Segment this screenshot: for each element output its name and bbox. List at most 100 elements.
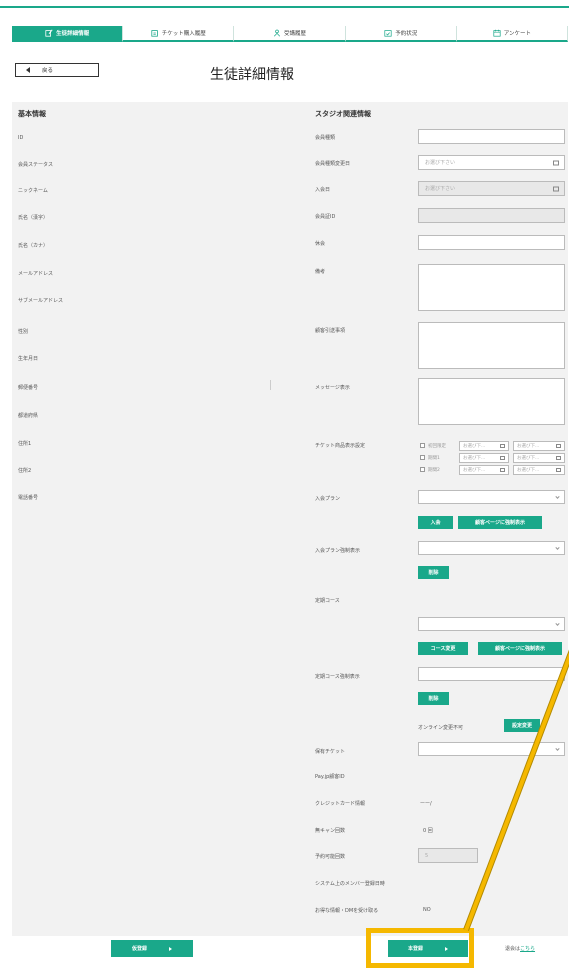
- checkbox-first-limited[interactable]: [420, 443, 425, 448]
- basic-info-heading: 基本情報: [18, 110, 46, 118]
- ticket-date-picker[interactable]: お選び下...: [459, 465, 509, 475]
- owned-ticket-select[interactable]: [418, 742, 565, 756]
- setting-change-button[interactable]: 設定変更: [504, 719, 540, 732]
- date-placeholder: お選び下...: [463, 444, 486, 449]
- tab-bar: 生徒詳細情報 チケット購入履歴 受講履歴 予約状況 アンケート: [12, 26, 569, 42]
- calendar-icon: [500, 444, 505, 448]
- calendar-icon: [556, 456, 561, 460]
- label-postal-code: 郵便番号: [18, 385, 39, 391]
- course-change-button[interactable]: コース変更: [418, 642, 468, 655]
- tab-lesson-history[interactable]: 受講履歴: [234, 26, 346, 42]
- back-label: 戻る: [42, 68, 54, 74]
- label-course: 定期コース: [315, 598, 340, 604]
- calendar-icon: [500, 456, 505, 460]
- label-gen: 休会: [315, 241, 326, 247]
- remove-button-2[interactable]: 削除: [418, 692, 449, 705]
- label-sub-email: サブメールアドレス: [18, 298, 64, 304]
- chevron-down-icon: [555, 746, 560, 751]
- checkbox-label: 初回限定: [428, 444, 446, 449]
- tab-student-detail[interactable]: 生徒詳細情報: [12, 26, 124, 42]
- label-reserve-change: 予約可能回数: [315, 854, 346, 860]
- label-card-id: 会員証ID: [315, 214, 336, 220]
- label-ticket-setting: チケット商品表示設定: [315, 443, 366, 449]
- dm-value: NO: [423, 907, 431, 913]
- app: 生徒詳細情報 チケット購入履歴 受講履歴 予約状況 アンケート 戻る 生徒詳細情…: [0, 0, 569, 969]
- label-system-member: システム上のメンバー登録日時: [315, 881, 385, 887]
- label-dm: お得な情報・DMを受け取る: [315, 908, 379, 914]
- calendar-icon: [556, 468, 561, 472]
- checkbox-period1[interactable]: [420, 455, 425, 460]
- label-phone: 電話番号: [18, 495, 39, 501]
- member-type-change-date-picker[interactable]: お選び下さい: [418, 155, 565, 170]
- course-force-input[interactable]: [418, 667, 565, 681]
- ticket-date-picker[interactable]: お選び下...: [513, 465, 565, 475]
- force-show-button[interactable]: 顧客ページに強制表示: [458, 516, 542, 529]
- reserve-change-value: 5: [425, 852, 429, 859]
- back-arrow-icon: [26, 67, 30, 73]
- calendar-icon: [500, 468, 505, 472]
- ticket-date-picker[interactable]: お選び下...: [459, 453, 509, 463]
- label-join-date: 入会日: [315, 187, 331, 193]
- join-button[interactable]: 入会: [418, 516, 453, 529]
- calendar-icon: [493, 29, 501, 37]
- date-placeholder: お選び下...: [463, 456, 486, 461]
- column-divider: [270, 380, 271, 390]
- join-plan-select[interactable]: [418, 490, 565, 504]
- customer-note-textarea[interactable]: [418, 322, 565, 369]
- date-placeholder: お選び下さい: [425, 160, 456, 166]
- page-title: 生徒詳細情報: [210, 67, 294, 83]
- ticket-date-picker[interactable]: お選び下...: [459, 441, 509, 451]
- label-birthday: 生年月日: [18, 356, 39, 362]
- checkbox-period2[interactable]: [420, 467, 425, 472]
- join-date-picker[interactable]: お選び下さい: [418, 181, 565, 196]
- label-credit: クレジットカード情報: [315, 801, 366, 807]
- label-note: 備考: [315, 269, 326, 275]
- remove-button[interactable]: 削除: [418, 566, 449, 579]
- ticket-icon: [151, 30, 158, 37]
- date-placeholder: お選び下...: [463, 468, 486, 473]
- edit-icon: [45, 29, 53, 37]
- ticket-date-picker[interactable]: お選び下...: [513, 441, 565, 451]
- tab-label: 予約状況: [395, 31, 418, 37]
- label-member-status: 会員ステータス: [18, 162, 54, 168]
- date-placeholder: お選び下...: [517, 468, 540, 473]
- highlight-box: [366, 928, 474, 968]
- force-show-button-2[interactable]: 顧客ページに強制表示: [478, 642, 562, 655]
- label-message: メッセージ表示: [315, 385, 350, 391]
- join-plan-force-select[interactable]: [418, 541, 565, 555]
- date-placeholder: お選び下さい: [425, 186, 456, 192]
- label-gender: 性別: [18, 329, 29, 335]
- tab-ticket-history[interactable]: チケット購入履歴: [123, 26, 235, 42]
- label-nickname: ニックネーム: [18, 188, 48, 194]
- message-textarea[interactable]: [418, 378, 565, 425]
- card-id-input[interactable]: [418, 208, 565, 223]
- label-email: メールアドレス: [18, 271, 54, 277]
- label-payjp: Pay.jp顧客ID: [315, 774, 345, 780]
- gen-input[interactable]: [418, 235, 565, 250]
- studio-info-heading: スタジオ関連情報: [315, 110, 371, 118]
- note-textarea[interactable]: [418, 264, 565, 311]
- ticket-date-picker[interactable]: お選び下...: [513, 453, 565, 463]
- label-member-type-change-date: 会員種類変更日: [315, 161, 351, 167]
- reserve-change-input[interactable]: 5: [418, 848, 478, 863]
- member-type-input[interactable]: [418, 129, 565, 144]
- calendar-icon: [553, 186, 559, 191]
- withdraw-link[interactable]: こちら: [520, 946, 535, 952]
- label-name-kana: 氏名（カナ）: [18, 243, 49, 249]
- back-button[interactable]: 戻る: [15, 63, 99, 77]
- tab-reservation[interactable]: 予約状況: [345, 26, 457, 42]
- tab-survey[interactable]: アンケート: [456, 26, 569, 42]
- temp-register-button[interactable]: 仮登録: [111, 940, 193, 957]
- label-address2: 住所2: [18, 468, 32, 474]
- withdraw-link-text: 退会はこちら: [505, 945, 535, 952]
- calendar-icon: [556, 444, 561, 448]
- calendar-icon: [553, 160, 559, 165]
- checkbox-label: 期間2: [428, 468, 440, 473]
- date-placeholder: お選び下...: [517, 444, 540, 449]
- course-select[interactable]: [418, 617, 565, 631]
- credit-value: ーー/: [420, 801, 432, 807]
- no-cancel-value: 0 回: [423, 828, 433, 834]
- label-no-cancel: 無キャン回数: [315, 828, 346, 834]
- label-customer-note: 顧客引送事項: [315, 328, 346, 334]
- chevron-down-icon: [555, 621, 560, 626]
